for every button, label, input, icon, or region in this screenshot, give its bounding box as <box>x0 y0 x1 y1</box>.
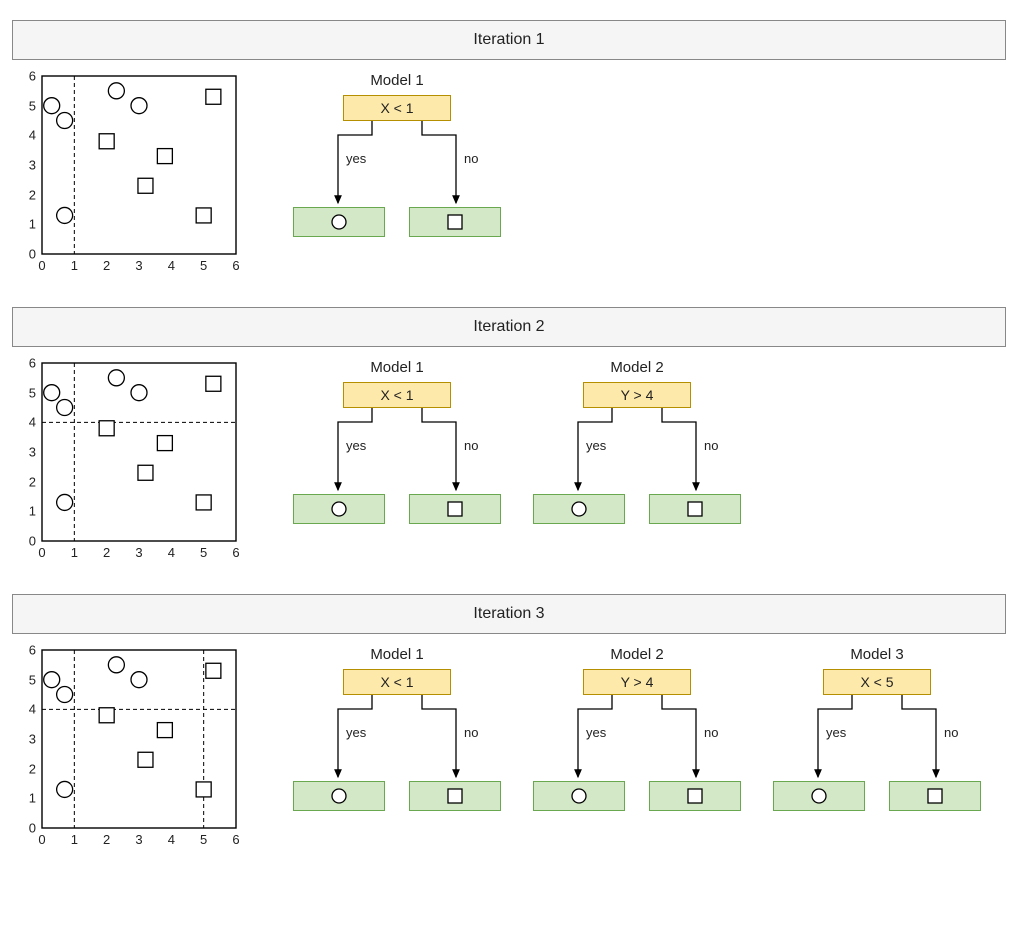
leaf-node-yes <box>773 781 865 811</box>
tree-branches: yes no <box>292 121 502 207</box>
no-branch-label: no <box>704 725 718 740</box>
condition-node: X < 5 <box>823 669 931 695</box>
no-branch-label: no <box>704 438 718 453</box>
iteration-body: 01234560123456 Model 1 X < 1 yes no <box>12 72 1006 277</box>
yes-branch-label: yes <box>586 725 606 740</box>
condition-node: Y > 4 <box>583 382 691 408</box>
decision-tree: Model 1 X < 1 yes no <box>292 72 502 237</box>
circle-marker-icon <box>131 98 147 114</box>
circle-marker-icon <box>44 672 60 688</box>
model-title: Model 3 <box>850 646 903 663</box>
circle-marker-icon <box>57 687 73 703</box>
circle-marker-icon <box>108 370 124 386</box>
square-marker-icon <box>138 752 153 767</box>
decision-tree: Model 3 X < 5 yes no <box>772 646 982 811</box>
iteration-header: Iteration 1 <box>12 20 1006 60</box>
leaf-node-no <box>409 781 501 811</box>
circle-marker-icon <box>108 83 124 99</box>
iteration-body: 01234560123456 Model 1 X < 1 yes no Model 2 Y … <box>12 646 1006 851</box>
tree-branches: yes no <box>772 695 982 781</box>
iteration-body: 01234560123456 Model 1 X < 1 yes no Model 2 Y … <box>12 359 1006 564</box>
circle-marker-icon <box>44 385 60 401</box>
decision-tree: Model 1 X < 1 yes no <box>292 359 502 524</box>
condition-node: X < 1 <box>343 95 451 121</box>
circle-marker-icon <box>570 500 588 518</box>
square-marker-icon <box>446 213 464 231</box>
yes-branch-label: yes <box>586 438 606 453</box>
leaf-node-yes <box>293 207 385 237</box>
circle-marker-icon <box>570 787 588 805</box>
square-marker-icon <box>446 500 464 518</box>
leaf-node-yes <box>293 781 385 811</box>
yes-branch-label: yes <box>346 725 366 740</box>
leaf-node-yes <box>293 494 385 524</box>
tree-branches: yes no <box>532 695 742 781</box>
model-title: Model 1 <box>370 72 423 89</box>
circle-marker-icon <box>131 672 147 688</box>
circle-marker-icon <box>57 113 73 129</box>
circle-marker-icon <box>57 400 73 416</box>
square-marker-icon <box>99 708 114 723</box>
no-branch-label: no <box>464 151 478 166</box>
no-branch-label: no <box>464 725 478 740</box>
tree-branches: yes no <box>532 408 742 494</box>
leaf-node-no <box>409 494 501 524</box>
circle-marker-icon <box>131 385 147 401</box>
circle-marker-icon <box>810 787 828 805</box>
scatter-plot: 01234560123456 <box>12 359 242 564</box>
leaf-node-no <box>649 494 741 524</box>
leaf-node-no <box>889 781 981 811</box>
scatter-plot: 01234560123456 <box>12 72 242 277</box>
model-title: Model 2 <box>610 646 663 663</box>
decision-tree: Model 1 X < 1 yes no <box>292 646 502 811</box>
model-title: Model 1 <box>370 359 423 376</box>
square-marker-icon <box>157 149 172 164</box>
decision-tree: Model 2 Y > 4 yes no <box>532 646 742 811</box>
circle-marker-icon <box>57 207 73 223</box>
decision-tree: Model 2 Y > 4 yes no <box>532 359 742 524</box>
square-marker-icon <box>206 663 221 678</box>
square-marker-icon <box>206 376 221 391</box>
square-marker-icon <box>99 421 114 436</box>
model-title: Model 1 <box>370 646 423 663</box>
yes-branch-label: yes <box>346 438 366 453</box>
square-marker-icon <box>196 782 211 797</box>
circle-marker-icon <box>57 494 73 510</box>
tree-branches: yes no <box>292 408 502 494</box>
condition-node: Y > 4 <box>583 669 691 695</box>
square-marker-icon <box>206 89 221 104</box>
square-marker-icon <box>686 787 704 805</box>
square-marker-icon <box>138 465 153 480</box>
square-marker-icon <box>196 495 211 510</box>
square-marker-icon <box>99 134 114 149</box>
yes-branch-label: yes <box>346 151 366 166</box>
tree-branches: yes no <box>292 695 502 781</box>
square-marker-icon <box>686 500 704 518</box>
square-marker-icon <box>157 723 172 738</box>
scatter-plot: 01234560123456 <box>12 646 242 851</box>
condition-node: X < 1 <box>343 669 451 695</box>
no-branch-label: no <box>464 438 478 453</box>
circle-marker-icon <box>44 98 60 114</box>
leaf-node-no <box>409 207 501 237</box>
leaf-node-yes <box>533 494 625 524</box>
square-marker-icon <box>196 208 211 223</box>
circle-marker-icon <box>57 781 73 797</box>
iteration-header: Iteration 2 <box>12 307 1006 347</box>
circle-marker-icon <box>108 657 124 673</box>
square-marker-icon <box>157 436 172 451</box>
yes-branch-label: yes <box>826 725 846 740</box>
circle-marker-icon <box>330 213 348 231</box>
square-marker-icon <box>138 178 153 193</box>
circle-marker-icon <box>330 500 348 518</box>
model-title: Model 2 <box>610 359 663 376</box>
square-marker-icon <box>446 787 464 805</box>
condition-node: X < 1 <box>343 382 451 408</box>
square-marker-icon <box>926 787 944 805</box>
leaf-node-no <box>649 781 741 811</box>
leaf-node-yes <box>533 781 625 811</box>
iteration-header: Iteration 3 <box>12 594 1006 634</box>
no-branch-label: no <box>944 725 958 740</box>
circle-marker-icon <box>330 787 348 805</box>
